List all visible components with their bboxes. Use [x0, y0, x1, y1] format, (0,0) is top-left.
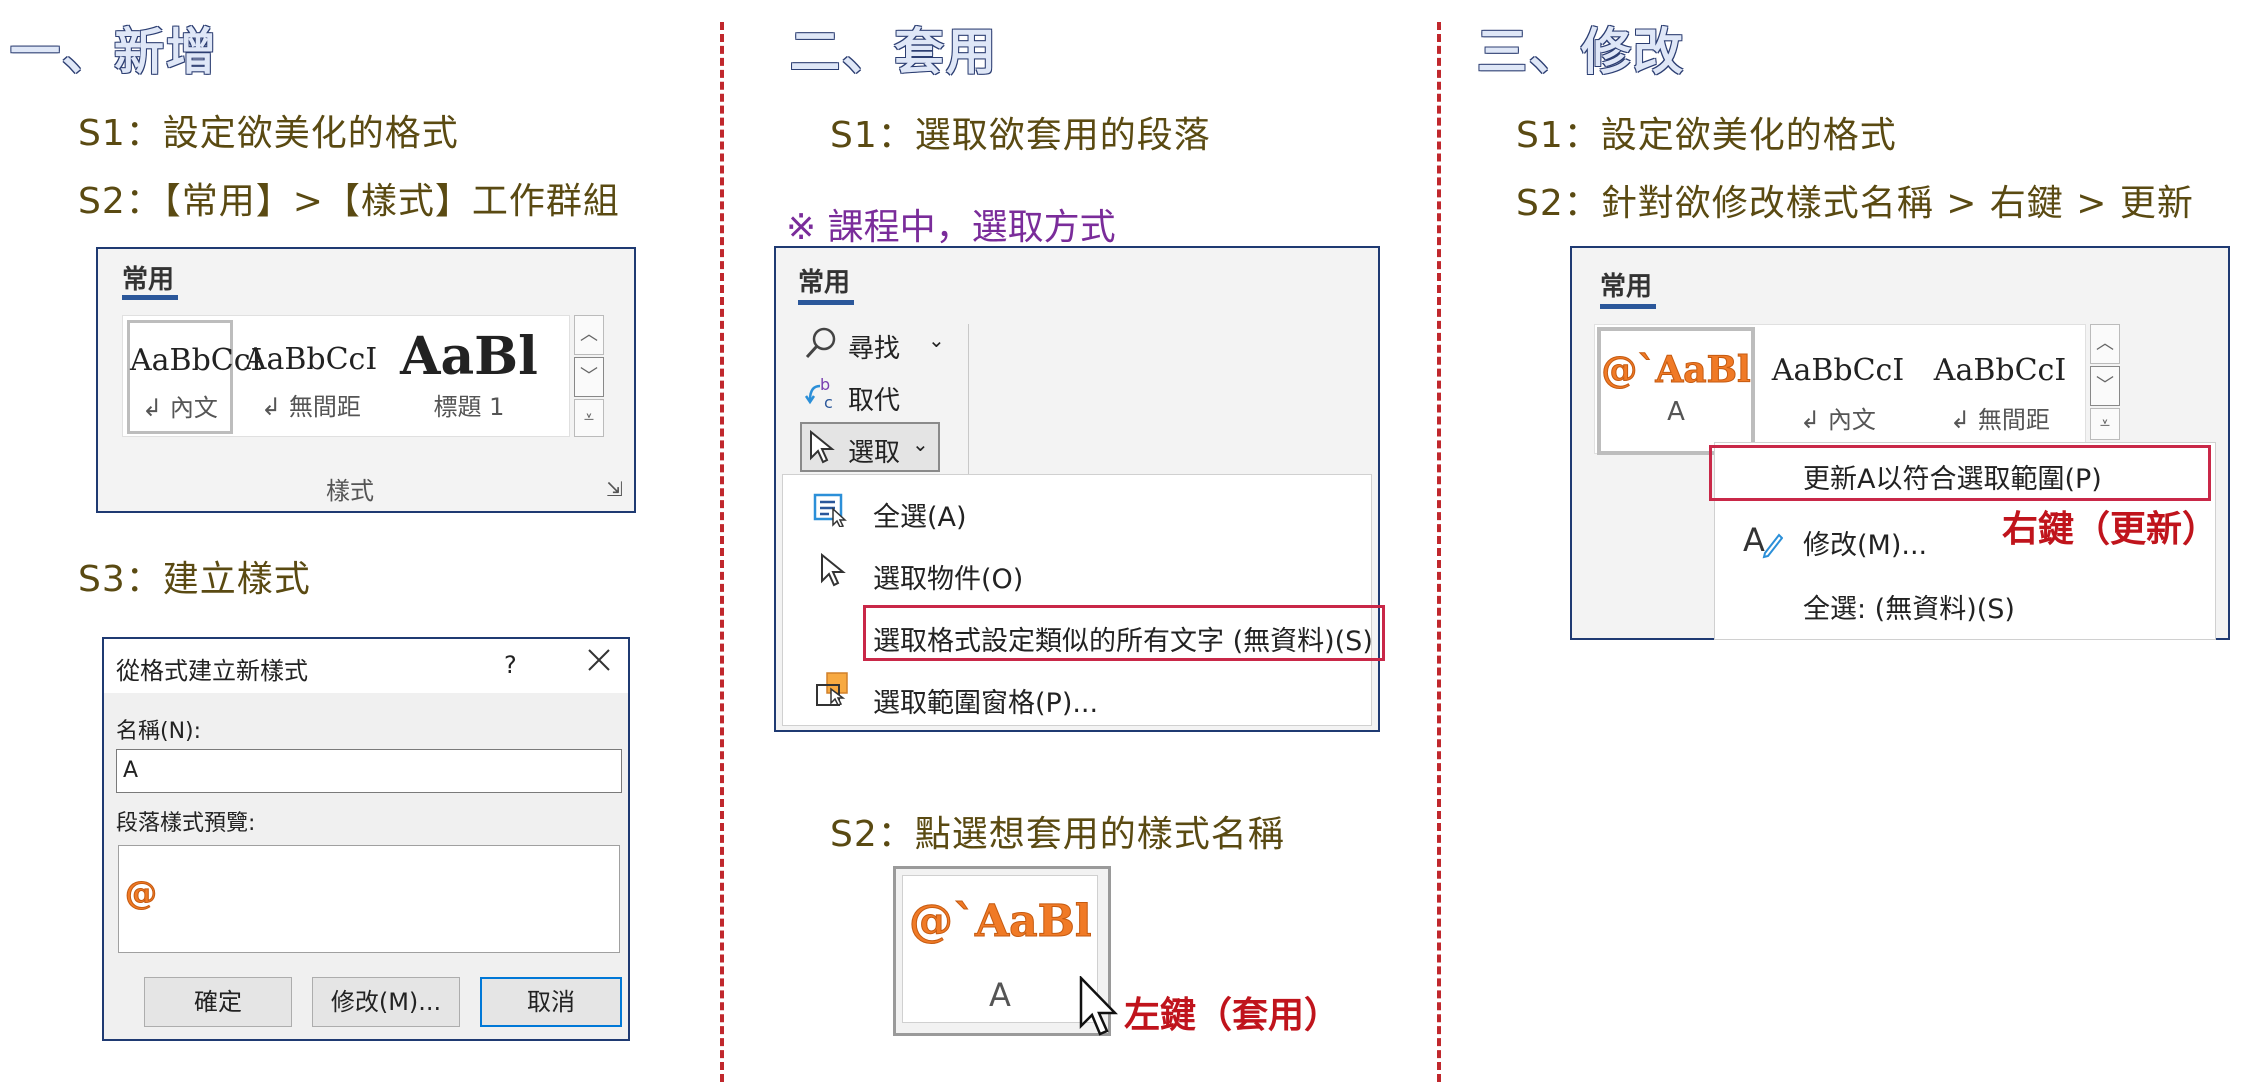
modify-button[interactable]: 修改(M)... [312, 977, 460, 1027]
gallery-scroll-down[interactable]: ﹀ [574, 357, 604, 397]
right-click-annotation: 右鍵（更新） [2002, 509, 2219, 550]
gallery-scroll-up[interactable]: ︿ [2090, 324, 2120, 364]
tab-home[interactable]: 常用 [1600, 266, 1652, 303]
style-no-spacing[interactable]: AaBbCcI ↲ 無間距 [1925, 327, 2075, 447]
selection-pane-icon [813, 671, 851, 707]
style-tile-label: A [989, 976, 1011, 1014]
ribbon-separator [968, 324, 969, 474]
gallery-more[interactable]: ⩡ [574, 399, 604, 437]
section2-note: ※ 課程中，選取方式 [786, 207, 1116, 248]
section1-step3: S3：建立樣式 [78, 559, 311, 600]
tab-underline [798, 300, 854, 305]
style-A[interactable]: @`AaBl A [1597, 327, 1755, 455]
chevron-down-icon: ⌄ [928, 328, 945, 352]
chevron-down-icon: ⌄ [912, 432, 929, 456]
left-click-annotation: 左鍵（套用） [1124, 995, 1341, 1036]
style-sample: AaBbCcI [1771, 353, 1905, 388]
modify-style-icon: A [1743, 519, 1783, 559]
replace-label: 取代 [848, 386, 901, 416]
section2-step2: S2：點選想套用的樣式名稱 [830, 814, 1285, 855]
find-label: 尋找 [848, 334, 901, 364]
select-ribbon-panel: 常用 尋找 ⌄ bc 取代 選取 ⌄ 全選(A) 選取物件(O) 選取格式設定類… [774, 246, 1385, 732]
dialog-title: 從格式建立新樣式 [116, 657, 308, 685]
gallery-scroll-up[interactable]: ︿ [574, 315, 604, 355]
name-input[interactable]: A [116, 749, 622, 793]
styles-ribbon-panel: 常用 AaBbCcI ↲ 內文 AaBbCcI ↲ 無間距 AaBl 標題 1 … [96, 247, 636, 513]
tab-underline [1600, 304, 1656, 309]
style-label: ↲ 無間距 [261, 393, 361, 421]
modify-ribbon-panel: 常用 @`AaBl A AaBbCcI ↲ 內文 AaBbCcI ↲ 無間距 ︿… [1570, 246, 2230, 640]
menu-selection-pane[interactable]: 選取範圍窗格(P)... [873, 681, 1098, 720]
mouse-cursor-icon [1078, 976, 1118, 1038]
help-button[interactable]: ? [504, 651, 517, 679]
preview-sample: @ [125, 874, 158, 913]
select-dropdown-menu: 全選(A) 選取物件(O) 選取格式設定類似的所有文字 (無資料)(S) 選取範… [782, 474, 1385, 726]
styles-group-label: 樣式 [326, 477, 374, 505]
preview-label: 段落樣式預覽: [116, 811, 256, 836]
style-normal[interactable]: AaBbCcI ↲ 內文 [127, 320, 263, 434]
menu-modify[interactable]: 修改(M)... [1803, 523, 1927, 562]
style-label: 標題 1 [433, 393, 505, 421]
select-label: 選取 [848, 438, 901, 468]
section1-title: 一、新增 [10, 23, 218, 81]
search-icon [804, 326, 838, 360]
divider-right [1437, 22, 1441, 1082]
gallery-scroll-down[interactable]: ﹀ [2090, 366, 2120, 406]
gallery-more[interactable]: ⩡ [2090, 408, 2120, 440]
cursor-icon [808, 430, 836, 464]
divider-left [720, 22, 724, 1082]
menu-select-similar-formatting[interactable]: 選取格式設定類似的所有文字 (無資料)(S) [873, 619, 1373, 658]
section2-title: 二、套用 [790, 23, 998, 81]
svg-text:b: b [820, 376, 830, 394]
style-heading1[interactable]: AaBl 標題 1 [389, 320, 549, 428]
preview-box: @ [118, 845, 620, 953]
svg-text:c: c [824, 393, 833, 412]
tab-home[interactable]: 常用 [798, 262, 850, 299]
style-sample: AaBbCcI [244, 342, 378, 377]
style-sample: AaBbCcI [1933, 353, 2067, 388]
dialog-launcher-icon[interactable]: ⇲ [606, 477, 623, 501]
style-sample: @`AaBl [1601, 349, 1751, 392]
name-label: 名稱(N): [116, 719, 202, 744]
replace-icon: bc [804, 376, 840, 412]
style-no-spacing[interactable]: AaBbCcI ↲ 無間距 [241, 320, 381, 428]
cancel-button[interactable]: 取消 [480, 977, 622, 1027]
ok-button[interactable]: 確定 [144, 977, 292, 1027]
cursor-icon [819, 553, 847, 587]
new-style-dialog: 從格式建立新樣式 ? 名稱(N): A 段落樣式預覽: @ 確定 修改(M)..… [102, 637, 630, 1041]
style-sample: AaBl [400, 326, 538, 387]
menu-update-style[interactable]: 更新A以符合選取範圍(P) [1803, 457, 2102, 496]
style-sample: AaBbCcI [130, 343, 263, 378]
style-normal[interactable]: AaBbCcI ↲ 內文 [1763, 327, 1913, 447]
style-label: ↲ 無間距 [1950, 406, 2050, 434]
tab-underline [122, 295, 178, 300]
menu-select-all-instances[interactable]: 全選: (無資料)(S) [1803, 587, 2015, 626]
styles-gallery: @`AaBl A AaBbCcI ↲ 內文 AaBbCcI ↲ 無間距 [1594, 324, 2086, 455]
menu-select-all[interactable]: 全選(A) [873, 495, 967, 534]
section3-step2: S2：針對欲修改樣式名稱 > 右鍵 > 更新 [1516, 183, 2194, 224]
section2-step1: S1：選取欲套用的段落 [830, 115, 1211, 156]
section1-step1: S1：設定欲美化的格式 [78, 113, 459, 154]
select-all-icon [813, 493, 849, 527]
section3-step1: S1：設定欲美化的格式 [1516, 115, 1897, 156]
style-label: A [1667, 397, 1685, 427]
svg-text:A: A [1743, 521, 1765, 559]
menu-select-objects[interactable]: 選取物件(O) [873, 557, 1023, 596]
close-icon[interactable] [586, 647, 612, 673]
section1-step2: S2：【常用】>【樣式】工作群組 [78, 181, 620, 222]
select-button[interactable]: 選取 ⌄ [800, 422, 940, 472]
style-tile-sample: @`AaBl [909, 896, 1093, 948]
style-label: ↲ 內文 [1800, 406, 1876, 434]
style-tile-inner: @`AaBl A [902, 875, 1098, 1023]
tab-home[interactable]: 常用 [122, 259, 174, 296]
section3-title: 三、修改 [1477, 23, 1685, 81]
name-input-value: A [123, 758, 139, 783]
styles-gallery: AaBbCcI ↲ 內文 AaBbCcI ↲ 無間距 AaBl 標題 1 [122, 315, 570, 437]
style-label: ↲ 內文 [142, 394, 218, 422]
